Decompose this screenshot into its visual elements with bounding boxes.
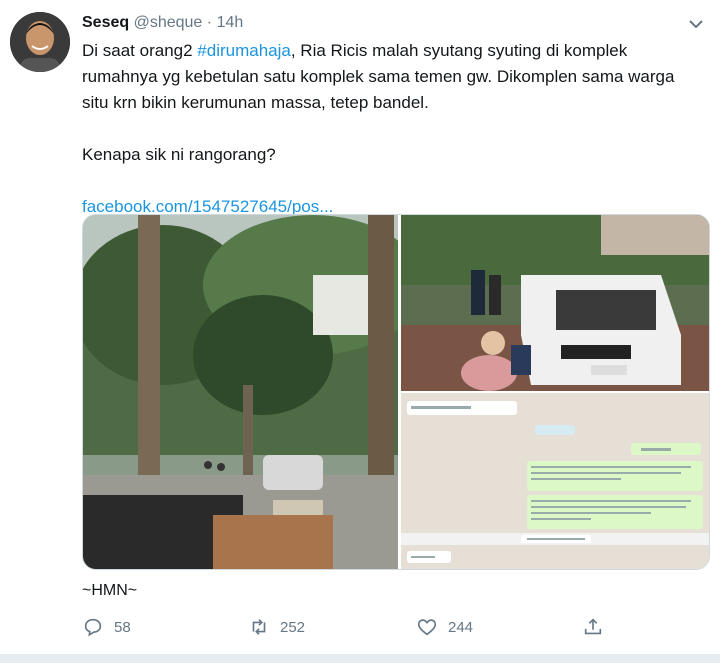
retweet-icon <box>252 619 266 635</box>
photo-chat-screenshot[interactable] <box>401 393 709 569</box>
display-name[interactable]: Seseq <box>82 14 129 31</box>
timestamp[interactable]: 14h <box>217 14 244 31</box>
photo-street[interactable] <box>83 215 423 569</box>
signature-text: ~HMN~ <box>82 582 138 599</box>
avatar[interactable] <box>10 12 70 72</box>
text-prefix: Di saat orang2 <box>82 41 198 60</box>
divider <box>0 654 720 663</box>
media-grid[interactable] <box>82 214 710 570</box>
like-button[interactable]: 244 <box>416 616 473 638</box>
photo-car[interactable] <box>401 215 709 391</box>
retweet-button[interactable]: 252 <box>248 616 305 638</box>
share-button[interactable] <box>582 616 614 638</box>
user-handle[interactable]: @sheque <box>134 14 203 31</box>
tweet-header: Seseq @sheque · 14h <box>82 14 243 32</box>
hashtag-link[interactable]: #dirumahaja <box>197 41 291 60</box>
text-question: Kenapa sik ni rangorang? <box>82 145 276 164</box>
share-icon <box>584 618 602 635</box>
reply-icon <box>84 618 102 637</box>
like-count: 244 <box>448 618 474 636</box>
retweet-count: 252 <box>280 618 306 636</box>
separator: · <box>206 14 213 31</box>
tweet-actions: 58 252 244 <box>82 616 622 642</box>
like-icon <box>417 619 437 636</box>
tweet-text: Di saat orang2 #dirumahaja, Ria Ricis ma… <box>82 38 702 220</box>
chevron-down-icon[interactable] <box>686 14 706 34</box>
tweet[interactable]: Seseq @sheque · 14h Di saat orang2 #diru… <box>0 0 720 663</box>
reply-count: 58 <box>114 618 131 636</box>
reply-button[interactable]: 58 <box>82 616 131 638</box>
